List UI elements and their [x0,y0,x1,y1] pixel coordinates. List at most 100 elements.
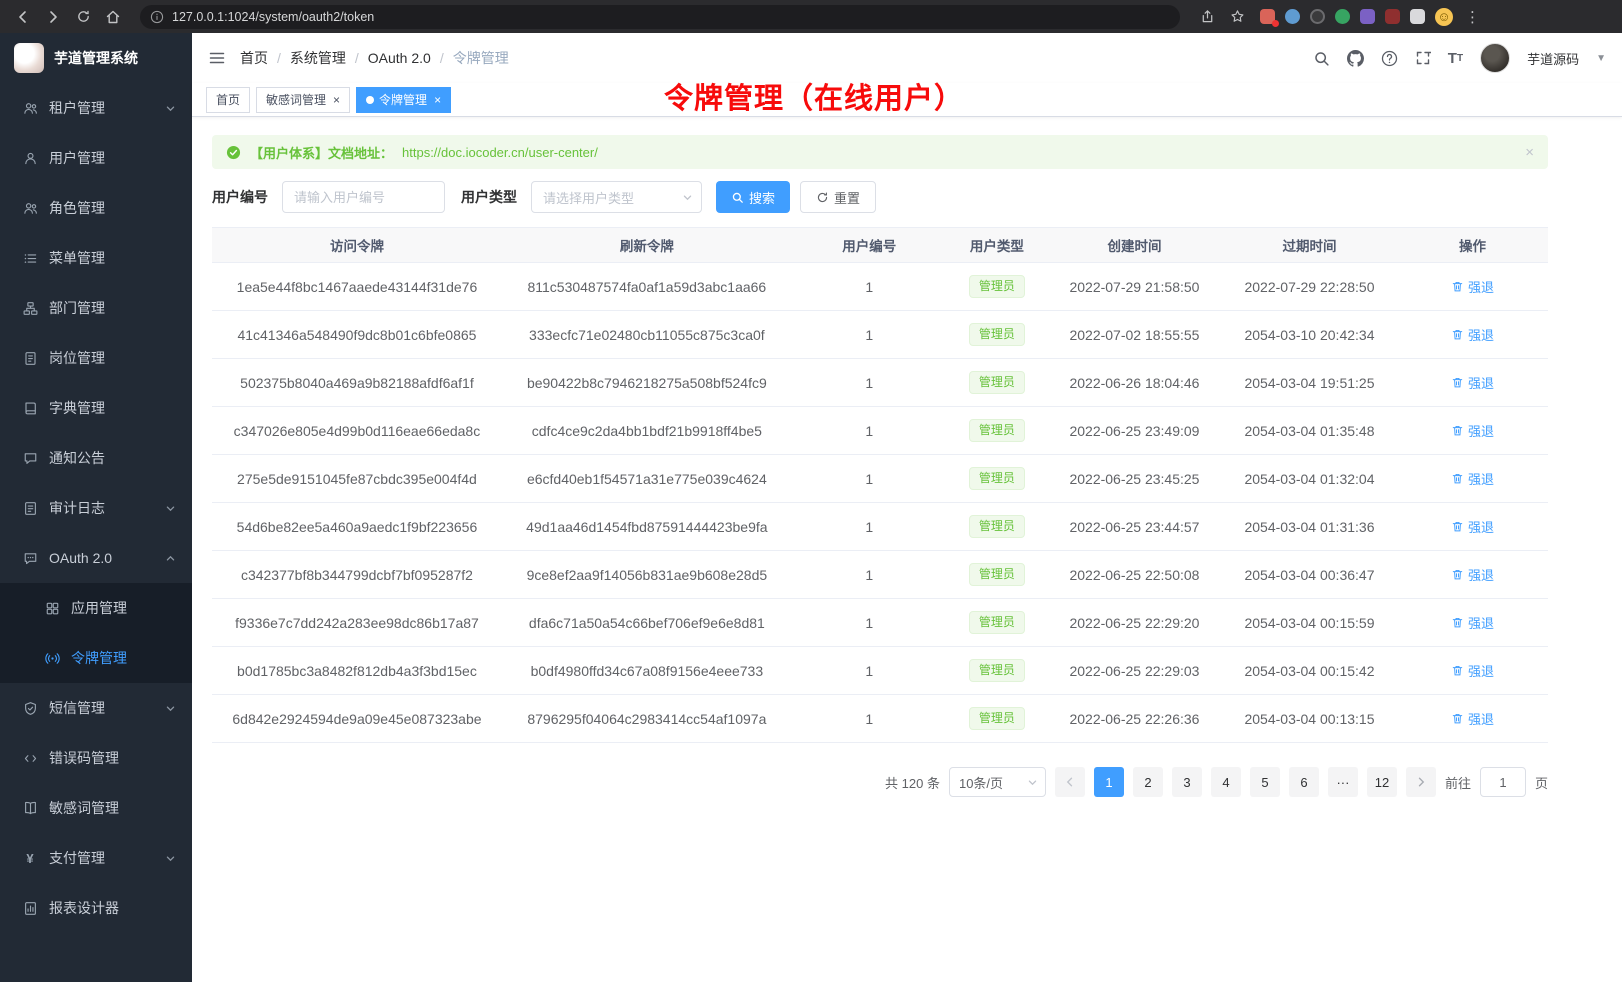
extension-icon-1[interactable] [1260,9,1275,24]
force-logout-button[interactable]: 强退 [1451,517,1494,536]
sidebar-item-dict[interactable]: 字典管理 [0,383,192,433]
user-type-badge: 管理员 [969,419,1025,443]
cell-refresh-token: cdfc4ce9c2da4bb1bdf21b9918ff4be5 [502,407,792,455]
cell-expire-time: 2022-07-29 22:28:50 [1222,263,1397,311]
reset-button[interactable]: 重置 [800,181,876,213]
search-icon[interactable] [1313,50,1330,67]
tab-sensitive[interactable]: 敏感词管理× [256,87,350,113]
goto-page-input[interactable] [1480,767,1526,797]
close-icon[interactable]: × [1525,144,1534,161]
cell-access-token: f9336e7c7dd242a283ee98dc86b17a87 [212,599,502,647]
user-avatar[interactable] [1480,43,1510,73]
site-info-icon[interactable] [150,10,164,24]
page-size-select[interactable]: 10条/页 [949,767,1046,797]
chevron-down-icon [682,192,693,203]
sidebar-item-audit[interactable]: 审计日志 [0,483,192,533]
url-bar[interactable]: 127.0.0.1:1024/system/oauth2/token [140,5,1180,29]
force-logout-button[interactable]: 强退 [1451,469,1494,488]
prev-page-button[interactable] [1055,767,1085,797]
share-icon[interactable] [1196,6,1218,28]
force-logout-button[interactable]: 强退 [1451,661,1494,680]
sidebar-item-pay[interactable]: ¥支付管理 [0,833,192,883]
page-button-2[interactable]: 2 [1133,767,1163,797]
help-icon[interactable] [1381,50,1398,67]
extension-icon-4[interactable] [1335,9,1350,24]
page-button-6[interactable]: 6 [1289,767,1319,797]
sidebar-item-menu[interactable]: 菜单管理 [0,233,192,283]
tab-token[interactable]: 令牌管理× [356,87,451,113]
sidebar-item-sms[interactable]: 短信管理 [0,683,192,733]
username[interactable]: 芋道源码 [1527,49,1579,68]
page-button-3[interactable]: 3 [1172,767,1202,797]
cell-user-type: 管理员 [947,407,1047,455]
column-header-action: 操作 [1397,228,1548,263]
sms-icon [22,701,38,716]
home-icon[interactable] [102,6,124,28]
user-type-select[interactable]: 请选择用户类型 [531,181,702,213]
sidebar-panel-icon[interactable] [1410,9,1425,24]
back-icon[interactable] [12,6,34,28]
page-button-5[interactable]: 5 [1250,767,1280,797]
cell-user-type: 管理员 [947,503,1047,551]
breadcrumb-item-0[interactable]: 首页 [240,48,268,68]
extension-icon-2[interactable] [1285,9,1300,24]
sidebar-item-post[interactable]: 岗位管理 [0,333,192,383]
close-icon[interactable]: × [333,94,340,106]
cell-refresh-token: e6cfd40eb1f54571a31e775e039c4624 [502,455,792,503]
page-more-button[interactable]: ··· [1328,767,1358,797]
github-icon[interactable] [1347,50,1364,67]
cell-user-id: 1 [792,455,947,503]
sidebar-item-role[interactable]: 角色管理 [0,183,192,233]
bookmark-star-icon[interactable] [1226,6,1248,28]
close-icon[interactable]: × [434,94,441,106]
doc-link[interactable]: https://doc.iocoder.cn/user-center/ [402,145,598,160]
breadcrumb-item-2[interactable]: OAuth 2.0 [368,50,431,66]
sidebar-item-report[interactable]: 报表设计器 [0,883,192,933]
sidebar-item-sensitive[interactable]: 敏感词管理 [0,783,192,833]
font-size-icon[interactable]: TT [1448,50,1463,67]
force-logout-button[interactable]: 强退 [1451,373,1494,392]
sidebar-item-errorcode[interactable]: 错误码管理 [0,733,192,783]
chevron-down-icon[interactable]: ▼ [1596,53,1606,64]
page-button-1[interactable]: 1 [1094,767,1124,797]
sidebar-item-notice[interactable]: 通知公告 [0,433,192,483]
cell-expire-time: 2054-03-04 00:15:59 [1222,599,1397,647]
fullscreen-icon[interactable] [1415,50,1431,66]
force-logout-button[interactable]: 强退 [1451,565,1494,584]
next-page-button[interactable] [1406,767,1436,797]
force-logout-label: 强退 [1468,613,1494,632]
page-button-12[interactable]: 12 [1367,767,1397,797]
cell-user-id: 1 [792,263,947,311]
browser-menu-icon[interactable]: ⋮ [1461,8,1484,26]
sidebar-item-app[interactable]: 应用管理 [0,583,192,633]
extension-icon-6[interactable] [1385,9,1400,24]
table-row: c347026e805e4d99b0d116eae66eda8ccdfc4ce9… [212,407,1548,455]
force-logout-button[interactable]: 强退 [1451,421,1494,440]
page-unit-label: 页 [1535,773,1548,792]
breadcrumb-item-1[interactable]: 系统管理 [290,48,346,68]
tab-home[interactable]: 首页 [206,87,250,113]
profile-avatar-icon[interactable]: ☺ [1435,8,1453,26]
reload-icon[interactable] [72,6,94,28]
search-button[interactable]: 搜索 [716,181,790,213]
sidebar-item-label: 部门管理 [49,298,184,318]
browser-chrome: 127.0.0.1:1024/system/oauth2/token ☺ ⋮ [0,0,1622,33]
sidebar-item-user[interactable]: 用户管理 [0,133,192,183]
forward-icon[interactable] [42,6,64,28]
force-logout-label: 强退 [1468,325,1494,344]
cell-action: 强退 [1397,407,1548,455]
sidebar-item-tenant[interactable]: 租户管理 [0,83,192,133]
page-button-4[interactable]: 4 [1211,767,1241,797]
app-logo[interactable]: 芋道管理系统 [0,33,192,83]
force-logout-button[interactable]: 强退 [1451,277,1494,296]
extension-icon-5[interactable] [1360,9,1375,24]
force-logout-button[interactable]: 强退 [1451,325,1494,344]
sidebar-item-oauth[interactable]: OAuth 2.0 [0,533,192,583]
extension-icon-3[interactable] [1310,9,1325,24]
sidebar-item-dept[interactable]: 部门管理 [0,283,192,333]
force-logout-button[interactable]: 强退 [1451,613,1494,632]
user-id-input[interactable] [282,181,445,213]
sidebar-item-token[interactable]: 令牌管理 [0,633,192,683]
force-logout-button[interactable]: 强退 [1451,709,1494,728]
collapse-sidebar-icon[interactable] [208,49,226,67]
